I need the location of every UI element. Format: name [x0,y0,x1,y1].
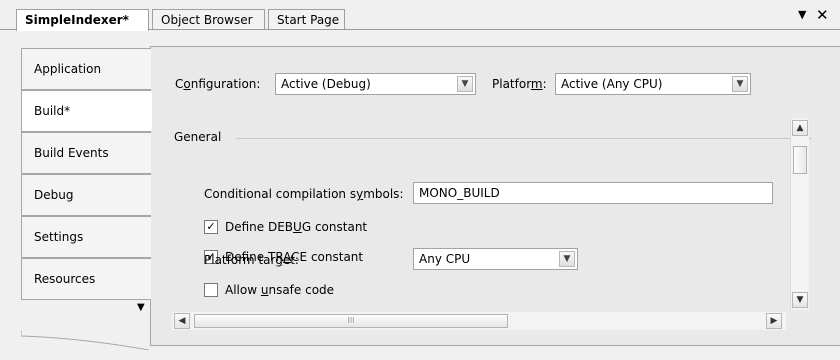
scroll-down-icon[interactable]: ▼ [792,292,808,308]
tab-label: Object Browser [161,13,253,27]
close-icon[interactable]: ✕ [816,6,829,24]
platform-target-combo[interactable]: Any CPU ▼ [413,248,578,270]
side-tab-label: Application [34,62,102,76]
side-tab-label: Build* [34,104,71,118]
define-debug-checkbox[interactable]: ✓ [204,220,218,234]
project-properties-designer: Application Build* Build Events Debug Se… [0,30,840,360]
define-debug-label: Define DEBUG constant [225,220,368,234]
general-section-title: General [174,130,222,144]
window-list-dropdown-icon[interactable]: ▼ [798,8,806,21]
platform-value: Active (Any CPU) [561,77,663,91]
side-tab-label: Settings [34,230,84,244]
side-tab-label: Resources [34,272,96,286]
side-tab-build-events[interactable]: Build Events [21,132,151,174]
configuration-label: Configuration: [175,77,261,91]
vertical-scroll-thumb[interactable] [793,146,807,174]
allow-unsafe-checkbox[interactable] [204,283,218,297]
tab-label: Start Page [277,13,340,27]
document-tab-strip: SimpleIndexer* Object Browser Start Page… [0,0,840,31]
configuration-value: Active (Debug) [281,77,371,91]
configuration-combo[interactable]: Active (Debug) ▼ [275,73,476,95]
horizontal-scrollbar[interactable]: ◀ III ▶ [172,312,786,330]
tab-simpleindexer[interactable]: SimpleIndexer* [16,9,149,31]
side-tab-label: Debug [34,188,74,202]
allow-unsafe-label: Allow unsafe code [225,283,335,297]
chevron-down-icon[interactable]: ▼ [732,76,748,92]
side-tab-debug[interactable]: Debug [21,174,151,216]
symbols-input[interactable]: MONO_BUILD [413,182,773,204]
side-tab-application[interactable]: Application [21,48,151,90]
horizontal-scroll-thumb[interactable]: III [194,314,508,328]
side-tab-resources[interactable]: Resources [21,258,151,300]
platform-combo[interactable]: Active (Any CPU) ▼ [555,73,751,95]
vertical-scrollbar[interactable]: ▲ ▼ [790,118,809,310]
side-tab-settings[interactable]: Settings [21,216,151,258]
symbols-label: Conditional compilation symbols: [204,187,404,201]
tab-start-page[interactable]: Start Page [268,9,345,30]
scroll-left-icon[interactable]: ◀ [174,313,190,329]
side-tab-build[interactable]: Build* [21,90,152,132]
chevron-down-icon[interactable]: ▼ [559,251,575,267]
side-tabs-tail-decoration [21,330,149,350]
platform-target-label: Platform target: [204,253,299,267]
section-divider [236,138,812,139]
more-tabs-icon[interactable]: ▼ [137,302,145,313]
platform-target-value: Any CPU [419,252,471,266]
tab-label: SimpleIndexer* [25,13,129,27]
scroll-right-icon[interactable]: ▶ [766,313,782,329]
side-tab-label: Build Events [34,146,109,160]
tab-object-browser[interactable]: Object Browser [152,9,265,30]
platform-label: Platform: [492,77,547,91]
scroll-up-icon[interactable]: ▲ [792,120,808,136]
chevron-down-icon[interactable]: ▼ [457,76,473,92]
